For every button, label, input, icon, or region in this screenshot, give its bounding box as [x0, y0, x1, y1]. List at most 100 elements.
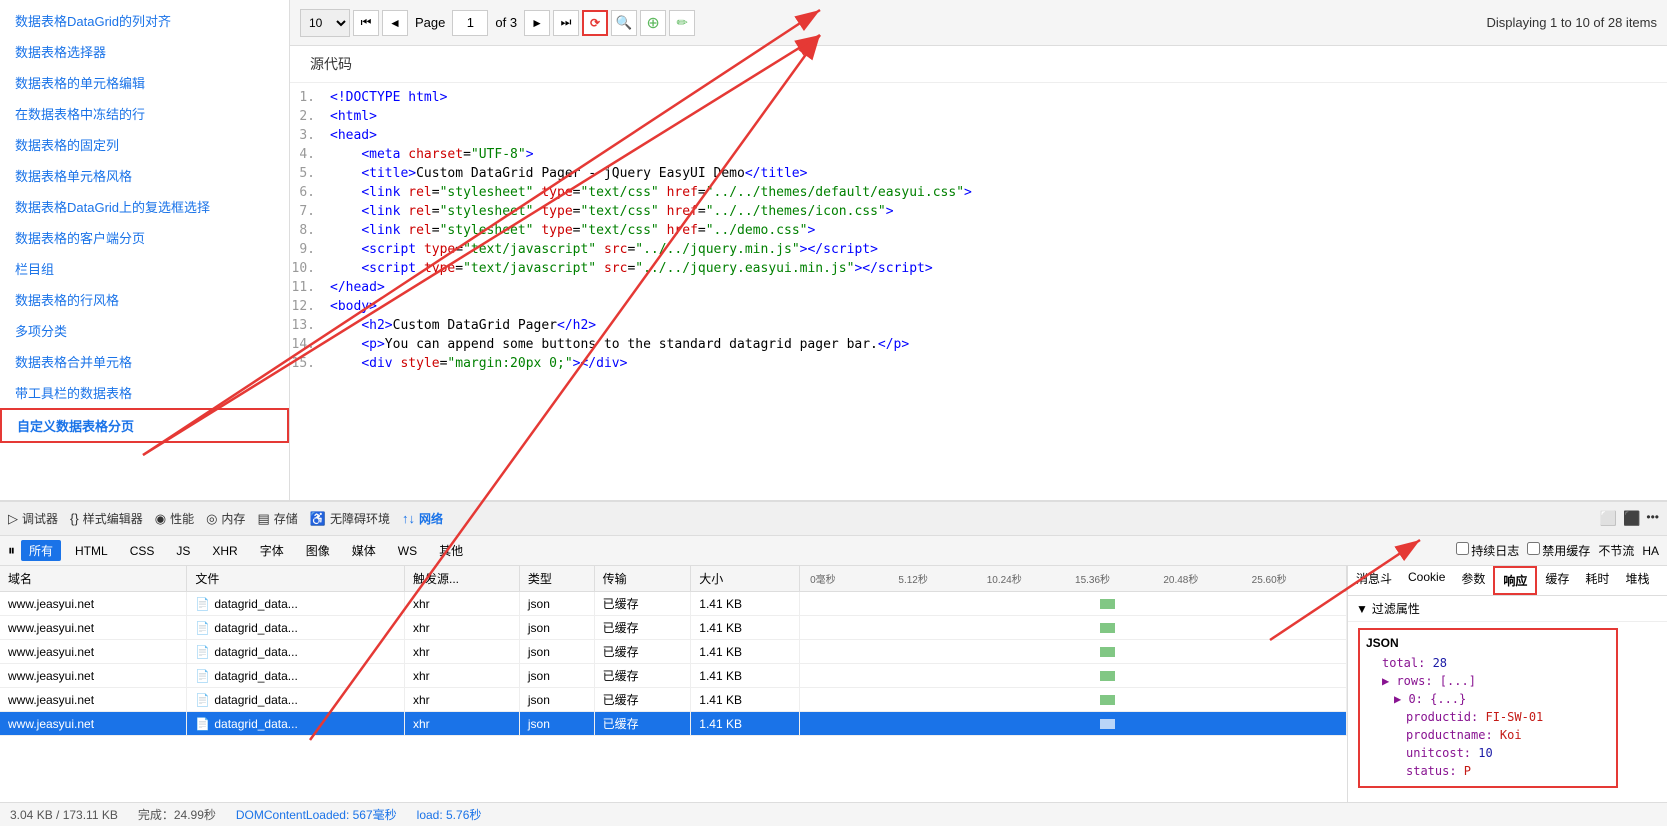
devtools-tool-a11y[interactable]: ♿ 无障碍环境 [310, 510, 390, 527]
tab-messages[interactable]: 消息斗 [1348, 566, 1400, 595]
sidebar-item-1[interactable]: 数据表格选择器 [0, 36, 289, 67]
code-line-2: 3.<head> [290, 126, 1667, 145]
tab-cache[interactable]: 缓存 [1537, 566, 1577, 595]
sidebar-item-13[interactable]: 自定义数据表格分页 [0, 408, 289, 443]
json-productid-key: productid: [1406, 710, 1485, 724]
disable-cache-cb[interactable] [1527, 542, 1540, 555]
tab-cookie[interactable]: Cookie [1400, 566, 1453, 595]
file-icon-4: 📄 [195, 693, 210, 707]
devtools-tool-network[interactable]: ↑↓ 网络 [402, 510, 443, 527]
code-line-9: 10. <script type="text/javascript" src="… [290, 259, 1667, 278]
page-input[interactable] [452, 10, 488, 36]
col-domain[interactable]: 域名 [0, 566, 187, 592]
sidebar-item-3[interactable]: 在数据表格中冻结的行 [0, 98, 289, 129]
sidebar-item-9[interactable]: 数据表格的行风格 [0, 284, 289, 315]
devtools-dock-btn[interactable]: ⬜ [1600, 510, 1617, 527]
net-tab-js[interactable]: JS [168, 542, 198, 560]
status-dom[interactable]: DOMContentLoaded: 567毫秒 [236, 806, 397, 823]
line-num-1: 2. [290, 109, 330, 124]
line-num-11: 12. [290, 299, 330, 314]
cell-file-5: 📄datagrid_data... [187, 712, 405, 736]
tab-stack[interactable]: 堆栈 [1617, 566, 1657, 595]
pager-last-btn[interactable]: ⏭ [553, 10, 579, 36]
net-tab-ws[interactable]: WS [390, 542, 425, 560]
sidebar-item-12[interactable]: 带工具栏的数据表格 [0, 377, 289, 408]
cell-file-3: 📄datagrid_data... [187, 664, 405, 688]
line-content-5: <link rel="stylesheet" type="text/css" h… [330, 185, 1667, 200]
cell-domain-5: www.jeasyui.net [0, 712, 187, 736]
table-row[interactable]: www.jeasyui.net 📄datagrid_data... xhr js… [0, 712, 1347, 736]
net-tab-html[interactable]: HTML [67, 542, 116, 560]
page-label: Page [415, 15, 445, 30]
table-row[interactable]: www.jeasyui.net 📄datagrid_data... xhr js… [0, 688, 1347, 712]
sidebar-item-2[interactable]: 数据表格的单元格编辑 [0, 67, 289, 98]
cell-size-1: 1.41 KB [691, 616, 800, 640]
tab-timing[interactable]: 耗时 [1577, 566, 1617, 595]
col-transfer[interactable]: 传输 [594, 566, 691, 592]
table-row[interactable]: www.jeasyui.net 📄datagrid_data... xhr js… [0, 664, 1347, 688]
json-item0[interactable]: ▶ 0: {...} [1366, 690, 1610, 708]
line-content-4: <title>Custom DataGrid Pager - jQuery Ea… [330, 166, 1667, 181]
code-line-5: 6. <link rel="stylesheet" type="text/css… [290, 183, 1667, 202]
sidebar-item-11[interactable]: 数据表格合并单元格 [0, 346, 289, 377]
sidebar-item-6[interactable]: 数据表格DataGrid上的复选框选择 [0, 191, 289, 222]
pager-edit-btn[interactable]: ✏ [669, 10, 695, 36]
cell-type-3: json [519, 664, 594, 688]
sidebar-item-8[interactable]: 栏目组 [0, 253, 289, 284]
json-rows[interactable]: ▶ rows: [...] [1366, 672, 1610, 690]
sidebar-item-0[interactable]: 数据表格DataGrid的列对齐 [0, 5, 289, 36]
pause-btn[interactable]: ⏸ [8, 542, 15, 559]
col-timeline[interactable]: 0毫秒 5.12秒 10.24秒 15.36秒 20.48秒 25.60秒 [800, 566, 1347, 592]
line-num-0: 1. [290, 90, 330, 105]
tl-label-2: 10.24秒 [985, 571, 1073, 586]
tl-label-5: 25.60秒 [1250, 571, 1338, 586]
cell-transfer-0: 已缓存 [594, 592, 691, 616]
tab-params[interactable]: 参数 [1453, 566, 1493, 595]
col-size[interactable]: 大小 [691, 566, 800, 592]
status-load[interactable]: load: 5.76秒 [417, 806, 482, 823]
devtools-more-btn[interactable]: ••• [1646, 510, 1659, 527]
col-type[interactable]: 类型 [519, 566, 594, 592]
net-tab-all[interactable]: 所有 [21, 540, 61, 561]
devtools-undock-btn[interactable]: ⬛ [1623, 510, 1640, 527]
code-line-3: 4. <meta charset="UTF-8"> [290, 145, 1667, 164]
sidebar-item-10[interactable]: 多项分类 [0, 315, 289, 346]
pager-refresh-btn[interactable]: ⟳ [582, 10, 608, 36]
cell-size-0: 1.41 KB [691, 592, 800, 616]
devtools-tool-style[interactable]: {} 样式编辑器 [70, 510, 143, 527]
line-content-7: <link rel="stylesheet" type="text/css" h… [330, 223, 1667, 238]
col-file[interactable]: 文件 [187, 566, 405, 592]
net-tab-xhr[interactable]: XHR [204, 542, 245, 560]
sidebar-item-7[interactable]: 数据表格的客户端分页 [0, 222, 289, 253]
network-table-area: 域名 文件 触发源... 类型 传输 大小 0毫秒 5.12秒 10.24秒 [0, 566, 1347, 802]
json-productname-key: productname: [1406, 728, 1500, 742]
json-box: JSON total: 28 ▶ rows: [...] ▶ 0: {...} … [1358, 628, 1618, 788]
persistent-log-label[interactable]: 持续日志 [1456, 542, 1519, 559]
col-trigger[interactable]: 触发源... [405, 566, 520, 592]
net-tab-image[interactable]: 图像 [298, 540, 338, 561]
sidebar-item-5[interactable]: 数据表格单元格风格 [0, 160, 289, 191]
devtools-tool-debugger[interactable]: ▷ 调试器 [8, 510, 58, 527]
devtools-tool-memory[interactable]: ◎ 内存 [206, 510, 245, 527]
tab-response[interactable]: 响应 [1493, 566, 1537, 595]
pager-next-btn[interactable]: ► [524, 10, 550, 36]
net-tab-media[interactable]: 媒体 [344, 540, 384, 561]
net-tab-other[interactable]: 其他 [431, 540, 471, 561]
page-size-select[interactable]: 10 20 30 [300, 9, 350, 37]
sidebar-item-4[interactable]: 数据表格的固定列 [0, 129, 289, 160]
a11y-label: 无障碍环境 [330, 510, 390, 527]
pager-zoom-btn[interactable]: 🔍 [611, 10, 637, 36]
cell-timeline-0 [800, 592, 1347, 616]
table-row[interactable]: www.jeasyui.net 📄datagrid_data... xhr js… [0, 616, 1347, 640]
devtools-tool-storage[interactable]: ▤ 存储 [257, 510, 297, 527]
pager-prev-btn[interactable]: ◄ [382, 10, 408, 36]
net-tab-font[interactable]: 字体 [252, 540, 292, 561]
table-row[interactable]: www.jeasyui.net 📄datagrid_data... xhr js… [0, 592, 1347, 616]
pager-add-btn[interactable]: ⊕ [640, 10, 666, 36]
net-tab-css[interactable]: CSS [122, 542, 163, 560]
table-row[interactable]: www.jeasyui.net 📄datagrid_data... xhr js… [0, 640, 1347, 664]
disable-cache-label[interactable]: 禁用缓存 [1527, 542, 1590, 559]
pager-first-btn[interactable]: ⏮ [353, 10, 379, 36]
devtools-tool-perf[interactable]: ◉ 性能 [155, 510, 194, 527]
persistent-log-cb[interactable] [1456, 542, 1469, 555]
